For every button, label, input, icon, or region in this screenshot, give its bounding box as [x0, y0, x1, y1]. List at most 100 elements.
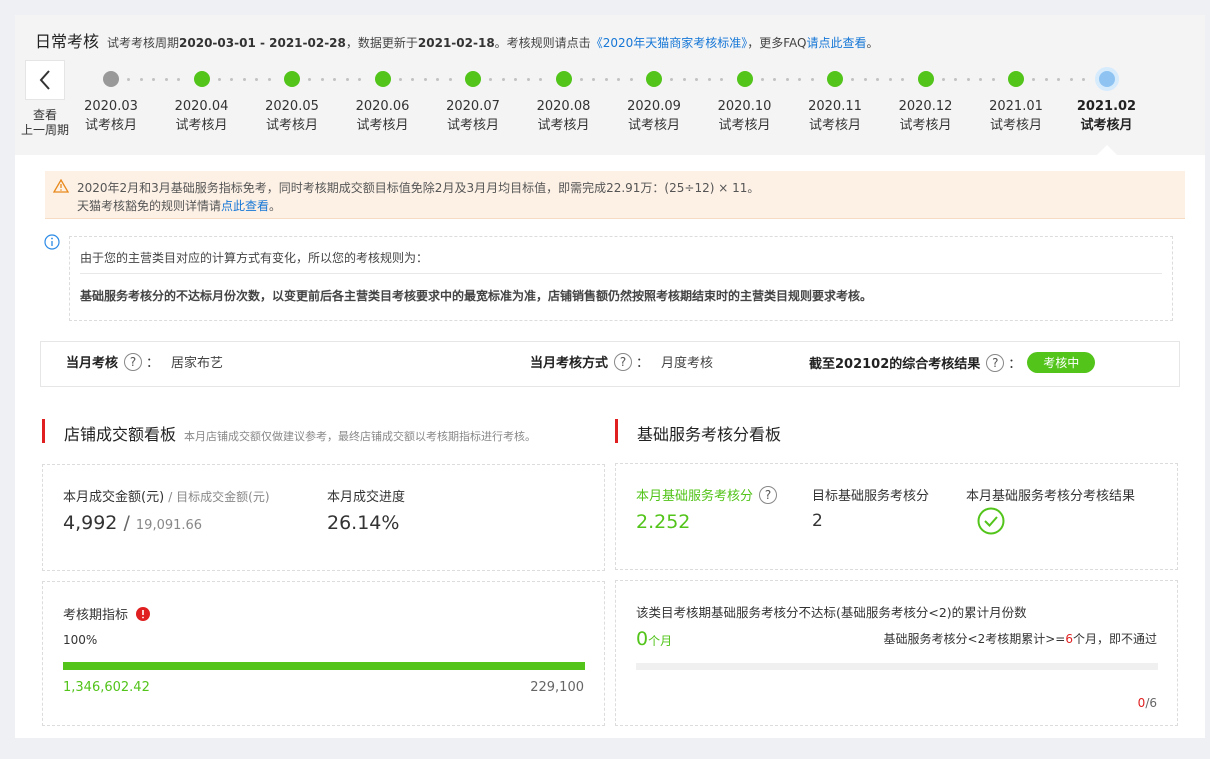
timeline-connector-dot [785, 78, 789, 81]
faq-link[interactable]: 请点此查看 [806, 36, 866, 50]
header-area: 日常考核 试考考核周期2020-03-01 - 2021-02-28，数据更新于… [15, 15, 1205, 155]
timeline-connector-dot [941, 78, 945, 81]
timeline-connector-dot [604, 78, 608, 81]
timeline-label-2020-05[interactable]: 2020.05 试考核月 [247, 97, 337, 135]
timeline-node-2020-04[interactable] [193, 71, 210, 87]
timeline-label-2020-08[interactable]: 2020.08 试考核月 [519, 97, 609, 135]
period-value: 2020-03-01 - 2021-02-28 [179, 36, 346, 50]
warning-triangle-icon [53, 179, 69, 193]
timeline-connector-dot [152, 78, 155, 81]
current-category: 居家布艺 [171, 356, 224, 371]
rule-detail: 基础服务考核分的不达标月份次数，以变更前后各主营类目考核要求中的最宽标准为准，店… [80, 289, 873, 303]
help-icon[interactable]: ? [986, 353, 1005, 372]
title-row: 日常考核 试考考核周期2020-03-01 - 2021-02-28，数据更新于… [35, 28, 879, 52]
timeline-label-2020-12[interactable]: 2020.12 试考核月 [881, 97, 971, 135]
method-value: 月度考核 [661, 356, 714, 371]
timeline-connector-dot [1044, 78, 1048, 81]
sales-board-title: 店铺成交额看板 本月店铺成交额仅做建议参考，最终店铺成交额以考核期指标进行考核。 [64, 425, 537, 444]
timeline-connector-dot [345, 78, 349, 81]
timeline-node-2020-10[interactable] [736, 71, 753, 87]
timeline-node-2020-08[interactable] [555, 71, 572, 87]
progress-fill [63, 662, 585, 670]
timeline-connector-dot [888, 78, 892, 81]
current-assessment: 当月考核 ? ： 居家布艺 [66, 352, 223, 371]
target-score-label: 目标基础服务考核分 [812, 489, 930, 504]
fail-progress-bar [636, 663, 1158, 670]
timeline-connector-dot [230, 78, 233, 81]
period-percent: 100% [63, 633, 98, 647]
timeline-connector-dot [720, 78, 723, 81]
help-icon[interactable]: ? [614, 352, 633, 371]
timeline-connector-dot [164, 78, 168, 81]
timeline-label-2020-04[interactable]: 2020.04 试考核月 [157, 97, 247, 135]
previous-period-label[interactable]: 查看 上一周期 [17, 108, 73, 138]
assessment-panel: 日常考核 试考考核周期2020-03-01 - 2021-02-28，数据更新于… [15, 15, 1205, 738]
alert-icon[interactable] [136, 606, 151, 621]
timeline-label-2020-03[interactable]: 2020.03 试考核月 [66, 97, 156, 135]
fail-months-label: 该类目考核期基础服务考核分不达标(基础服务考核分<2)的累计月份数 [636, 605, 1027, 620]
fail-progress-count: 0/6 [1137, 696, 1157, 710]
timeline-connector-dot [901, 78, 904, 81]
timeline-connector-dot [592, 78, 595, 81]
timeline-connector-dot [423, 78, 427, 81]
monthly-amount-label: 本月成交金额(元) / 目标成交金额(元) [63, 490, 270, 505]
previous-period-button[interactable] [25, 60, 65, 100]
score-result-label: 本月基础服务考核分考核结果 [966, 489, 1136, 504]
monthly-amount-value: 4,992 / 19,091.66 [63, 512, 203, 534]
period-target-card: 考核期指标 100% 1,346,602.42 229,100 [42, 581, 605, 726]
timeline-connector-dot [320, 78, 324, 81]
timeline-label-2020-06[interactable]: 2020.06 试考核月 [338, 97, 428, 135]
help-icon[interactable]: ? [759, 485, 778, 504]
timeline-connector-dot [617, 78, 620, 81]
timeline-label-2020-07[interactable]: 2020.07 试考核月 [428, 97, 518, 135]
timeline-node-2020-05[interactable] [284, 71, 300, 87]
timeline-node-2021-01[interactable] [1008, 71, 1024, 87]
timeline-connector-dot [966, 78, 970, 81]
timeline-connector-dot [333, 78, 336, 81]
period-progress-bar [63, 662, 585, 670]
timeline-label-2020-11[interactable]: 2020.11 试考核月 [790, 97, 880, 135]
timeline-label-2020-10[interactable]: 2020.10 试考核月 [700, 97, 790, 135]
timeline-connector-dot [398, 78, 402, 81]
timeline-connector-dot [217, 78, 221, 81]
period-target-label: 考核期指标 [63, 604, 151, 623]
timeline-connector-dot [514, 78, 517, 81]
timeline-connector-dot [1082, 78, 1085, 81]
current-month-pointer [1097, 145, 1117, 155]
timeline-connector-dot [177, 78, 180, 81]
status-badge: 考核中 [1027, 352, 1096, 373]
timeline-connector-dot [448, 78, 452, 81]
fail-months-value: 0个月 [636, 628, 673, 650]
timeline-node-2021-02[interactable] [1098, 71, 1115, 87]
timeline-node-2020-12[interactable] [917, 71, 934, 87]
timeline-label-2021-01[interactable]: 2021.01 试考核月 [971, 97, 1061, 135]
section-marker [615, 419, 618, 443]
timeline-connector-dot [436, 78, 439, 81]
timeline-connector-dot [670, 78, 673, 81]
timeline-node-2020-06[interactable] [374, 71, 391, 87]
assessment-summary-bar: 当月考核 ? ： 居家布艺 当月考核方式 ? ： 月度考核 截至202102的综… [40, 341, 1180, 387]
warning-text-2: 天猫考核豁免的规则详情请点此查看。 [77, 199, 282, 213]
score-value: 2.252 [636, 511, 691, 533]
timeline-label-2020-09[interactable]: 2020.09 试考核月 [609, 97, 699, 135]
page-title: 日常考核 [35, 32, 100, 51]
timeline-node-2020-03[interactable] [103, 71, 119, 87]
monthly-sales-card: 本月成交金额(元) / 目标成交金额(元) 4,992 / 19,091.66 … [42, 464, 605, 571]
timeline-connector-dot [876, 78, 879, 81]
score-label: 本月基础服务考核分? [636, 485, 781, 504]
timeline-connector-dot [267, 78, 271, 81]
period-target-value: 229,100 [530, 680, 584, 695]
timeline-connector-dot [629, 78, 633, 81]
timeline-connector-dot [954, 78, 957, 81]
timeline-node-2020-11[interactable] [827, 71, 843, 87]
timeline-node-2020-07[interactable] [465, 71, 481, 87]
exemption-detail-link[interactable]: 点此查看 [221, 199, 269, 213]
timeline-connector-dot [255, 78, 258, 81]
help-icon[interactable]: ? [124, 352, 143, 371]
service-score-card: 本月基础服务考核分? 2.252 目标基础服务考核分 2 本月基础服务考核分考核… [615, 463, 1178, 570]
monthly-progress-label: 本月成交进度 [327, 490, 406, 505]
timeline-node-2020-09[interactable] [646, 71, 662, 87]
timeline-label-2021-02[interactable]: 2021.02 试考核月 [1062, 97, 1152, 135]
rule-standard-link[interactable]: 《2020年天猫商家考核标准》 [591, 36, 748, 50]
assessment-method: 当月考核方式 ? ： 月度考核 [530, 352, 713, 371]
